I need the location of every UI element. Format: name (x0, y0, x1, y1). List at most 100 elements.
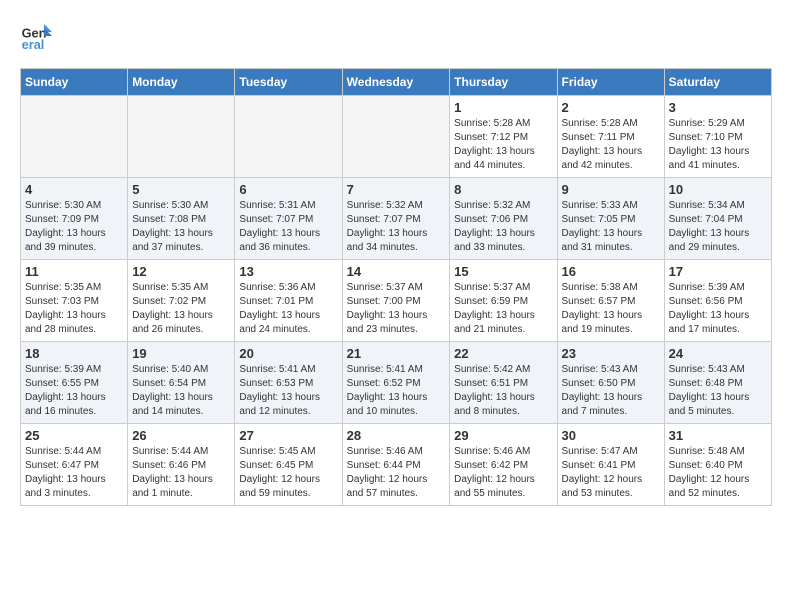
calendar-table: SundayMondayTuesdayWednesdayThursdayFrid… (20, 68, 772, 506)
sunset-label: Sunset: 6:56 PM (669, 296, 743, 307)
day-cell-9: 9Sunrise: 5:33 AMSunset: 7:05 PMDaylight… (557, 178, 664, 260)
day-info: Sunrise: 5:37 AMSunset: 7:00 PMDaylight:… (347, 281, 446, 337)
day-number: 15 (454, 264, 552, 279)
sunset-label: Sunset: 7:02 PM (132, 296, 206, 307)
sunrise-label: Sunrise: 5:46 AM (454, 446, 530, 457)
daylight-label: Daylight: 13 hours and 29 minutes. (669, 228, 750, 253)
logo-icon: Gen eral (20, 20, 52, 52)
sunset-label: Sunset: 6:53 PM (239, 378, 313, 389)
day-number: 7 (347, 182, 446, 197)
sunset-label: Sunset: 6:47 PM (25, 460, 99, 471)
sunrise-label: Sunrise: 5:30 AM (25, 200, 101, 211)
daylight-label: Daylight: 13 hours and 17 minutes. (669, 310, 750, 335)
day-info: Sunrise: 5:28 AMSunset: 7:11 PMDaylight:… (562, 117, 660, 173)
day-number: 20 (239, 346, 337, 361)
day-cell-7: 7 Sunrise: 5:32 AMSunset: 7:07 PMDaylight… (342, 178, 450, 260)
day-cell-22: 22Sunrise: 5:42 AMSunset: 6:51 PMDayligh… (450, 342, 557, 424)
day-cell-26: 26 Sunrise: 5:44 AMSunset: 6:46 PMDayligh… (128, 424, 235, 506)
day-number: 2 (562, 100, 660, 115)
daylight-label: Daylight: 13 hours and 41 minutes. (669, 146, 750, 171)
sunrise-label: Sunrise: 5:46 AM (347, 446, 423, 457)
calendar-week-2: 4Sunrise: 5:30 AMSunset: 7:09 PMDaylight… (21, 178, 772, 260)
sunrise-label: Sunrise: 5:44 AM (25, 446, 101, 457)
day-number: 30 (562, 428, 660, 443)
day-cell-17: 17Sunrise: 5:39 AMSunset: 6:56 PMDayligh… (664, 260, 771, 342)
sunrise-label: Sunrise: 5:31 AM (239, 200, 315, 211)
day-number: 19 (132, 346, 230, 361)
sunset-label: Sunset: 7:03 PM (25, 296, 99, 307)
daylight-label: Daylight: 13 hours and 8 minutes. (454, 392, 535, 417)
day-cell-5: 5Sunrise: 5:30 AMSunset: 7:08 PMDaylight… (128, 178, 235, 260)
day-cell-25: 25Sunrise: 5:44 AMSunset: 6:47 PMDayligh… (21, 424, 128, 506)
day-number: 4 (25, 182, 123, 197)
day-info: Sunrise: 5:28 AMSunset: 7:12 PMDaylight:… (454, 117, 552, 173)
day-cell-10: 10Sunrise: 5:34 AMSunset: 7:04 PMDayligh… (664, 178, 771, 260)
day-cell-6: 6Sunrise: 5:31 AMSunset: 7:07 PMDaylight… (235, 178, 342, 260)
day-number: 27 (239, 428, 337, 443)
day-number: 26 (132, 428, 230, 443)
daylight-label: Daylight: 13 hours and 16 minutes. (25, 392, 106, 417)
calendar-header-row: SundayMondayTuesdayWednesdayThursdayFrid… (21, 69, 772, 96)
day-cell-12: 12Sunrise: 5:35 AMSunset: 7:02 PMDayligh… (128, 260, 235, 342)
daylight-label: Daylight: 13 hours and 33 minutes. (454, 228, 535, 253)
day-info: Sunrise: 5:46 AM Sunset: 6:44 PM Daylight:… (347, 445, 446, 501)
sunset-label: Sunset: 6:40 PM (669, 460, 743, 471)
day-info: Sunrise: 5:41 AMSunset: 6:53 PMDaylight:… (239, 363, 337, 419)
sunset-label: Sunset: 6:55 PM (25, 378, 99, 389)
calendar-week-4: 18Sunrise: 5:39 AMSunset: 6:55 PMDayligh… (21, 342, 772, 424)
day-info: Sunrise: 5:32 AMSunset: 7:07 PMDaylight:… (347, 199, 446, 255)
sunset-label: Sunset: 7:08 PM (132, 214, 206, 225)
daylight-label: Daylight: 13 hours and 23 minutes. (347, 310, 428, 335)
daylight-label: Daylight: 13 hours and 31 minutes. (562, 228, 643, 253)
daylight-label: Daylight: 13 hours and 34 minutes. (347, 228, 428, 253)
sunrise-label: Sunrise: 5:33 AM (562, 200, 638, 211)
day-info: Sunrise: 5:43 AMSunset: 6:48 PMDaylight:… (669, 363, 767, 419)
sunrise-label: Sunrise: 5:35 AM (132, 282, 208, 293)
day-cell-13: 13Sunrise: 5:36 AMSunset: 7:01 PMDayligh… (235, 260, 342, 342)
sunset-label: Sunset: 7:07 PM (239, 214, 313, 225)
day-info: Sunrise: 5:44 AMSunset: 6:46 PMDaylight:… (132, 445, 230, 501)
day-cell-24: 24Sunrise: 5:43 AMSunset: 6:48 PMDayligh… (664, 342, 771, 424)
daylight-label: Daylight: 13 hours and 42 minutes. (562, 146, 643, 171)
sunrise-label: Sunrise: 5:40 AM (132, 364, 208, 375)
sunset-label: Sunset: 6:46 PM (132, 460, 206, 471)
sunset-label: Sunset: 6:54 PM (132, 378, 206, 389)
svg-text:eral: eral (22, 37, 45, 52)
day-cell-23: 23Sunrise: 5:43 AMSunset: 6:50 PMDayligh… (557, 342, 664, 424)
day-cell-4: 4Sunrise: 5:30 AMSunset: 7:09 PMDaylight… (21, 178, 128, 260)
empty-cell (342, 96, 450, 178)
day-header-saturday: Saturday (664, 69, 771, 96)
sunrise-label: Sunrise: 5:39 AM (669, 282, 745, 293)
daylight-label: Daylight: 12 hours and 53 minutes. (562, 474, 643, 499)
sunrise-label: Sunrise: 5:28 AM (562, 118, 638, 129)
day-number: 11 (25, 264, 123, 279)
sunset-label: Sunset: 6:44 PM (347, 460, 421, 471)
day-info: Sunrise: 5:35 AMSunset: 7:03 PMDaylight:… (25, 281, 123, 337)
day-info: Sunrise: 5:39 AM Sunset: 6:56 PM Daylight:… (669, 281, 767, 337)
sunrise-label: Sunrise: 5:28 AM (454, 118, 530, 129)
day-info: Sunrise: 5:43 AMSunset: 6:50 PMDaylight:… (562, 363, 660, 419)
empty-cell (128, 96, 235, 178)
daylight-label: Daylight: 13 hours and 44 minutes. (454, 146, 535, 171)
sunrise-label: Sunrise: 5:30 AM (132, 200, 208, 211)
sunset-label: Sunset: 6:41 PM (562, 460, 636, 471)
sunset-label: Sunset: 6:51 PM (454, 378, 528, 389)
day-number: 1 (454, 100, 552, 115)
daylight-label: Daylight: 12 hours and 59 minutes. (239, 474, 320, 499)
daylight-label: Daylight: 13 hours and 10 minutes. (347, 392, 428, 417)
daylight-label: Daylight: 13 hours and 37 minutes. (132, 228, 213, 253)
day-info: Sunrise: 5:39 AM Sunset: 6:55 PM Daylight:… (25, 363, 123, 419)
sunrise-label: Sunrise: 5:39 AM (25, 364, 101, 375)
day-number: 6 (239, 182, 337, 197)
day-number: 22 (454, 346, 552, 361)
sunrise-label: Sunrise: 5:34 AM (669, 200, 745, 211)
sunset-label: Sunset: 7:00 PM (347, 296, 421, 307)
sunrise-label: Sunrise: 5:43 AM (562, 364, 638, 375)
sunrise-label: Sunrise: 5:35 AM (25, 282, 101, 293)
day-cell-30: 30 Sunrise: 5:47 AM Sunset: 6:41 PM Dayligh… (557, 424, 664, 506)
daylight-label: Daylight: 13 hours and 5 minutes. (669, 392, 750, 417)
day-number: 13 (239, 264, 337, 279)
daylight-label: Daylight: 12 hours and 57 minutes. (347, 474, 428, 499)
day-info: Sunrise: 5:30 AM Sunset: 7:08 PM Daylight:… (132, 199, 230, 255)
sunrise-label: Sunrise: 5:47 AM (562, 446, 638, 457)
